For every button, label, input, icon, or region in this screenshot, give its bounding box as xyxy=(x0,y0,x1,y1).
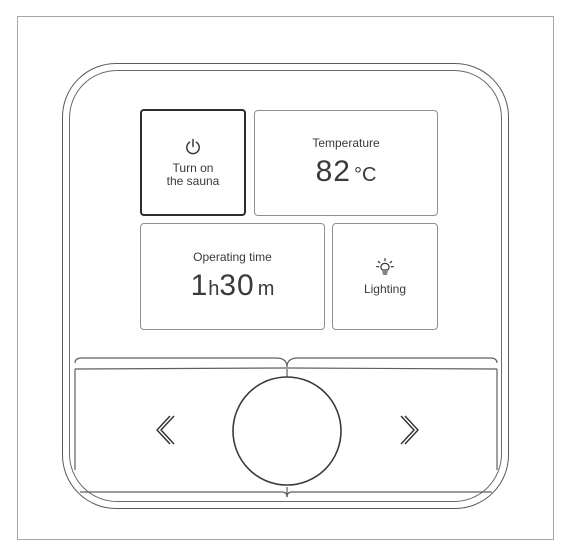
operating-time-hours: 1 xyxy=(190,268,209,302)
lighting-label: Lighting xyxy=(363,281,407,296)
turn-on-label-line2: the sauna xyxy=(166,173,220,188)
operating-time-minutes: 30 xyxy=(219,268,255,302)
turn-on-sauna-label: Turn on the sauna xyxy=(153,160,233,188)
next-button[interactable] xyxy=(340,365,498,487)
power-icon xyxy=(186,138,200,154)
previous-button[interactable] xyxy=(74,365,234,487)
temperature-label: Temperature xyxy=(312,136,380,150)
light-bulb-icon xyxy=(376,257,394,275)
operating-time-label: Operating time xyxy=(193,249,272,264)
temperature-tile[interactable]: Temperature 82 °C xyxy=(254,110,438,216)
temperature-value: 82 xyxy=(315,155,351,188)
turn-on-label-line1: Turn on xyxy=(172,160,214,175)
turn-on-sauna-tile[interactable]: Turn on the sauna xyxy=(140,109,246,216)
operating-time-hours-unit: h xyxy=(208,277,220,300)
operating-time-tile[interactable]: Operating time 1h30 m xyxy=(140,223,325,330)
lighting-tile[interactable]: Lighting xyxy=(332,223,438,330)
center-dial-button[interactable] xyxy=(234,379,340,485)
temperature-value-row: 82 °C xyxy=(316,155,377,189)
temperature-unit: °C xyxy=(353,164,377,186)
operating-time-value-row: 1h30 m xyxy=(191,269,275,303)
operating-time-minutes-unit: m xyxy=(257,277,275,300)
